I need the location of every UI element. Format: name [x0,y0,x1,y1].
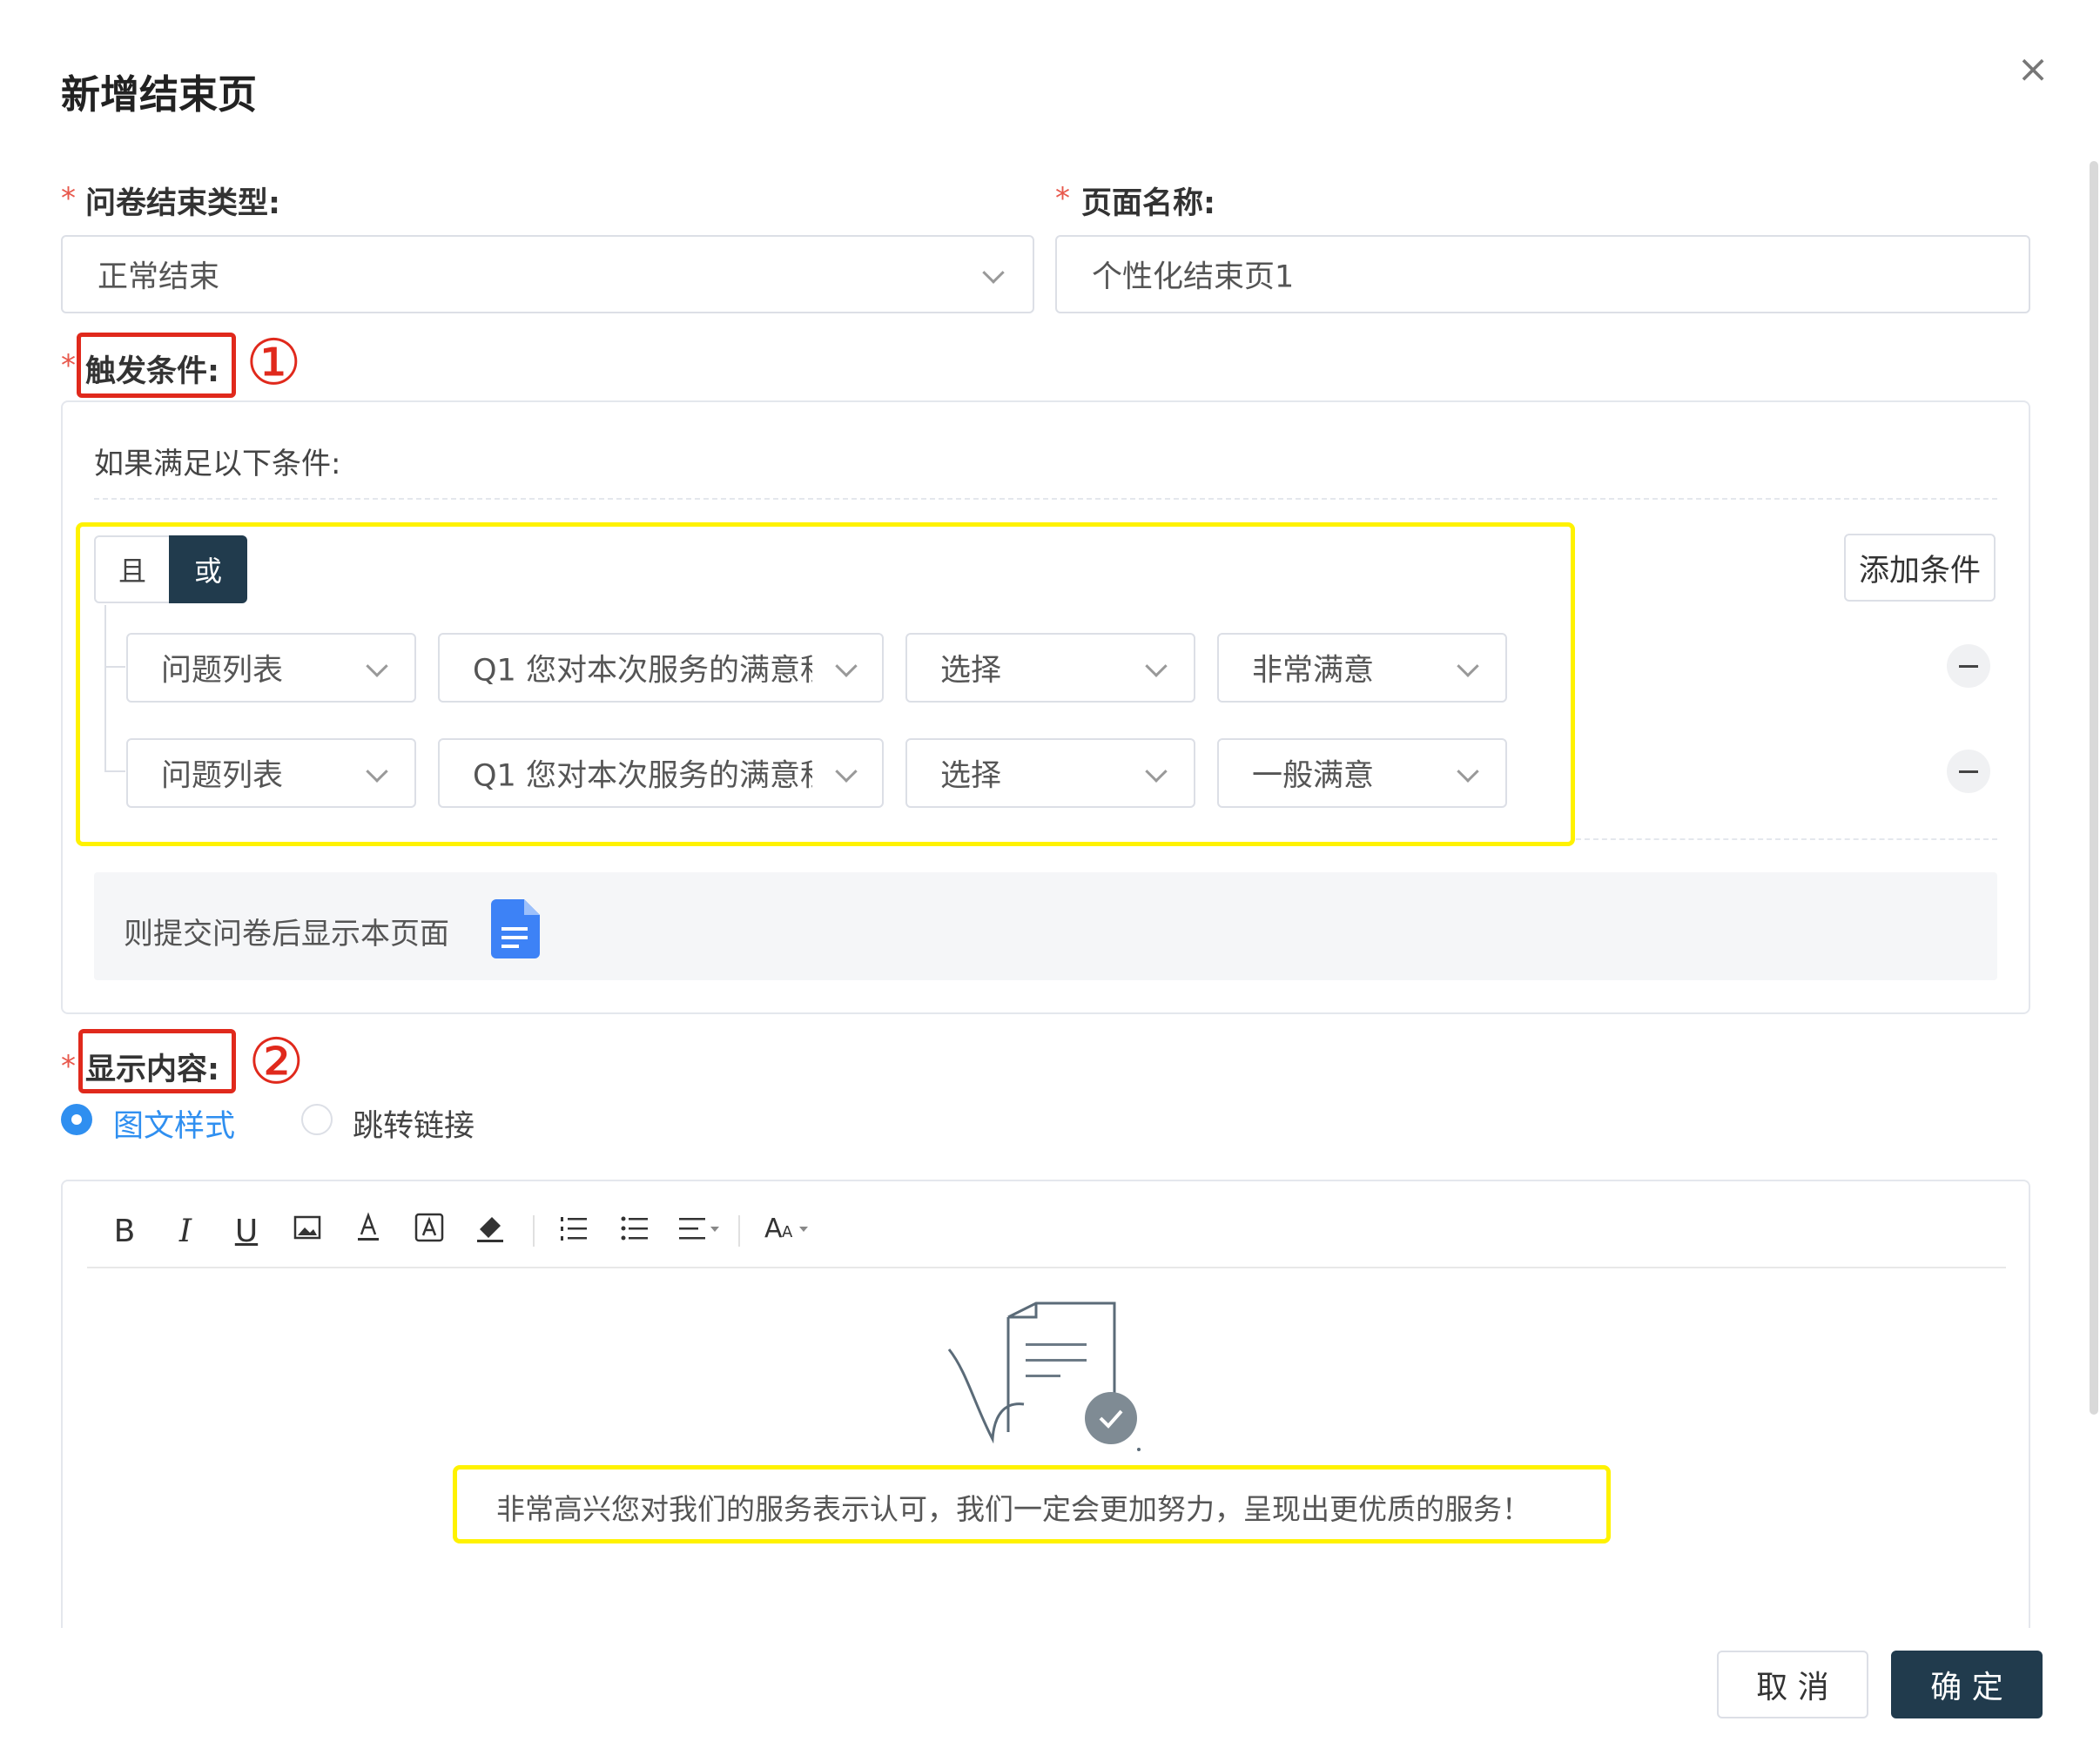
confirm-button[interactable]: 确 定 [1891,1651,2043,1718]
chevron-down-icon [1145,655,1168,677]
condition-question-select[interactable]: Q1 您对本次服务的满意程度 [438,738,884,808]
display-label: 显示内容: [85,1052,219,1087]
radio-rich-text-label[interactable]: 图文样式 [113,1101,235,1146]
page-name-label: 页面名称: [1081,186,1215,221]
tree-line [104,605,106,770]
ordered-list-icon[interactable] [552,1214,596,1249]
toolbar-divider [533,1215,535,1247]
tree-branch [104,770,125,772]
divider [94,498,1997,500]
radio-redirect-link[interactable] [301,1104,333,1135]
editor-toolbar: B I U AA [103,1208,851,1254]
add-condition-button[interactable]: 添加条件 [1844,534,1996,602]
cancel-button[interactable]: 取 消 [1717,1651,1868,1718]
chevron-down-icon [1145,760,1168,783]
required-mark: * [61,1049,76,1084]
font-color-icon[interactable] [347,1211,390,1251]
eraser-icon[interactable] [468,1212,512,1251]
logic-or-button[interactable]: 或 [169,535,247,603]
italic-button[interactable]: I [164,1214,207,1249]
required-mark: * [61,181,76,216]
end-type-value: 正常结束 [98,259,220,295]
condition-operator-value: 选择 [940,653,1002,689]
font-size-icon[interactable]: AA [761,1214,813,1249]
condition-value-select[interactable]: 一般满意 [1217,738,1507,808]
chevron-down-icon [1457,760,1479,783]
toolbar-divider [738,1215,740,1247]
condition-value-value: 非常满意 [1252,653,1375,689]
tree-branch [104,666,125,668]
end-type-label: 问卷结束类型: [85,186,280,221]
minus-icon [1959,664,1978,668]
radio-redirect-link-label[interactable]: 跳转链接 [353,1101,475,1146]
end-type-select[interactable]: 正常结束 [61,235,1034,313]
condition-question-value: Q1 您对本次服务的满意程度 [473,758,812,794]
condition-intro: 如果满足以下条件: [94,447,341,481]
chevron-down-icon [1457,655,1479,677]
radio-rich-text[interactable] [61,1104,92,1135]
condition-source-value: 问题列表 [161,653,284,689]
chevron-down-icon [835,655,858,677]
document-illustration [940,1301,1149,1462]
svg-text:A: A [782,1223,793,1241]
remove-condition-button[interactable] [1947,644,1990,688]
result-text: 则提交问卷后显示本页面 [124,917,449,952]
condition-source-select[interactable]: 问题列表 [126,738,416,808]
remove-condition-button[interactable] [1947,750,1990,793]
document-icon[interactable] [491,899,540,962]
page-name-value: 个性化结束页1 [1092,259,1295,295]
svg-text:A: A [764,1214,783,1241]
logic-and-button[interactable]: 且 [94,535,171,603]
chevron-down-icon [982,261,1005,284]
condition-operator-value: 选择 [940,758,1002,794]
minus-icon [1959,770,1978,773]
chevron-down-icon [366,655,388,677]
annotation-number-2: ② [248,1025,305,1098]
required-mark: * [61,348,76,383]
trigger-label: 触发条件: [85,354,219,389]
condition-value-value: 一般满意 [1252,758,1375,794]
toolbar-divider [87,1267,2006,1268]
editor-content-text[interactable]: 非常高兴您对我们的服务表示认可，我们一定会更加努力，呈现出更优质的服务！ [496,1486,1531,1528]
bold-button[interactable]: B [103,1214,146,1249]
required-mark: * [1055,181,1070,216]
page-name-input[interactable]: 个性化结束页1 [1055,235,2030,313]
image-icon[interactable] [286,1214,329,1249]
condition-value-select[interactable]: 非常满意 [1217,633,1507,703]
unordered-list-icon[interactable] [613,1214,656,1249]
scrollbar[interactable] [2090,161,2098,1415]
condition-question-select[interactable]: Q1 您对本次服务的满意程度 [438,633,884,703]
dialog-title: 新增结束页 [61,71,258,118]
condition-operator-select[interactable]: 选择 [905,738,1195,808]
divider [1576,838,1997,840]
annotation-number-1: ① [246,326,302,399]
condition-source-value: 问题列表 [161,758,284,794]
chevron-down-icon [835,760,858,783]
close-icon[interactable]: × [2016,50,2050,89]
condition-operator-select[interactable]: 选择 [905,633,1195,703]
condition-source-select[interactable]: 问题列表 [126,633,416,703]
align-icon[interactable] [674,1214,726,1249]
underline-button[interactable]: U [225,1214,268,1249]
condition-question-value: Q1 您对本次服务的满意程度 [473,653,812,689]
highlight-icon[interactable] [407,1213,451,1250]
chevron-down-icon [366,760,388,783]
